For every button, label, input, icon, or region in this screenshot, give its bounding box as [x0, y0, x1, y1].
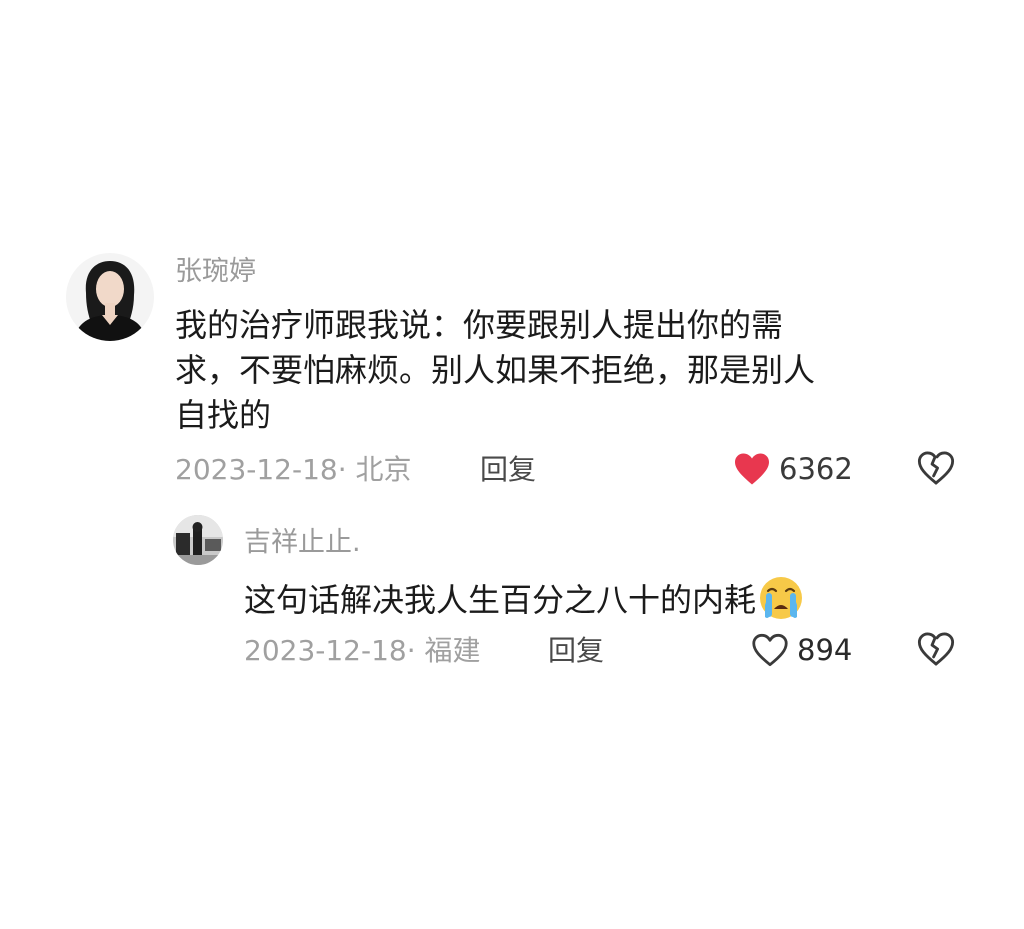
comment-text: 这句话解决我人生百分之八十的内耗	[244, 575, 804, 623]
crying-face-emoji	[760, 577, 803, 619]
avatar-photo-icon	[173, 515, 223, 565]
user-avatar[interactable]	[173, 515, 223, 565]
comment-username[interactable]: 吉祥止止.	[244, 526, 361, 560]
comment-date-location: 2023-12-18· 福建	[244, 634, 481, 667]
dislike-button[interactable]	[917, 631, 955, 667]
like-count: 894	[797, 633, 853, 667]
broken-heart-icon	[917, 632, 955, 666]
like-button[interactable]: 894	[751, 632, 852, 668]
reply-comment-item: 吉祥止止. 这句话解决我人生百分之八十的内耗 2023-12-18· 福建 回复…	[0, 0, 1024, 700]
heart-outline-icon	[752, 633, 788, 667]
reply-button[interactable]: 回复	[548, 634, 604, 668]
comment-text-line: 这句话解决我人生百分之八十的内耗	[244, 581, 757, 619]
